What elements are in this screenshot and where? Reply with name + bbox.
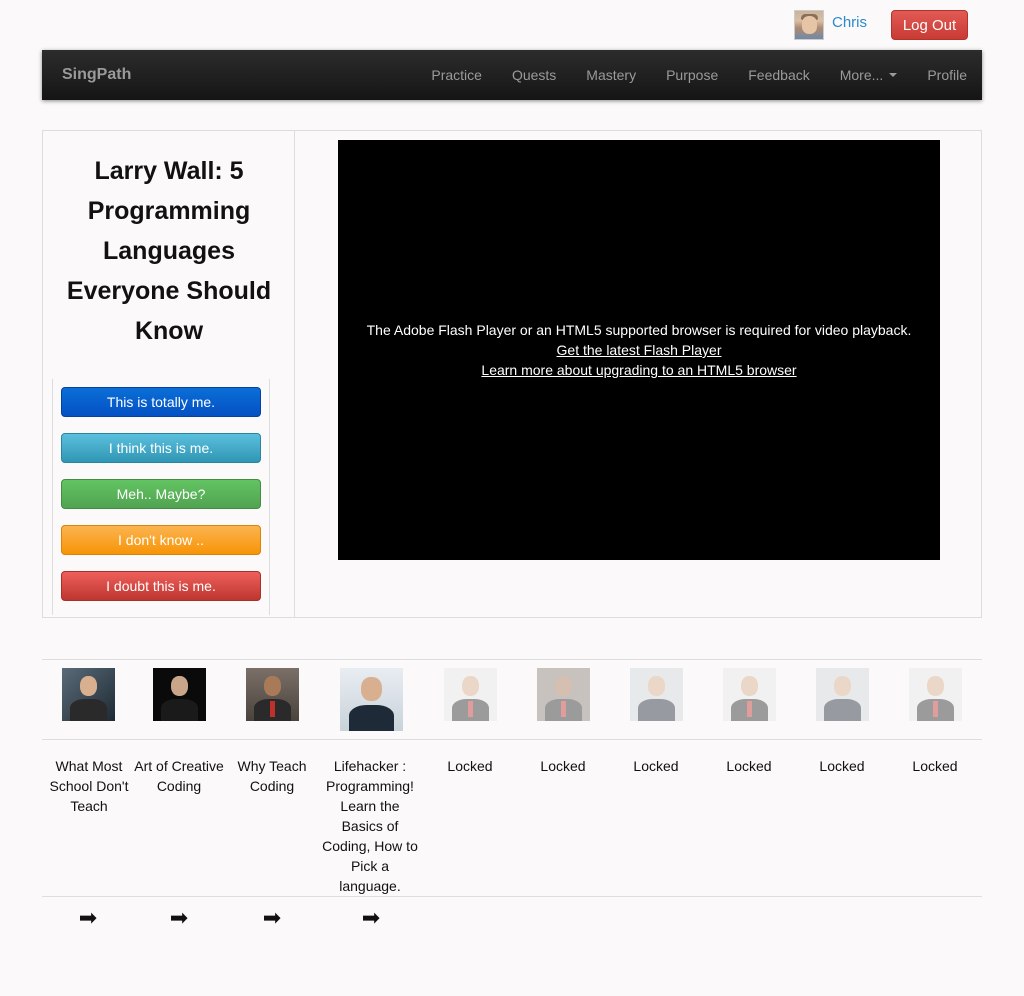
arrow-right-icon[interactable]: ➡ (164, 905, 194, 931)
arrow-right-icon[interactable]: ➡ (257, 905, 287, 931)
logout-button[interactable]: Log Out (891, 10, 968, 40)
arrow-row: ➡ ➡ ➡ ➡ (42, 897, 982, 937)
video-thumbnail[interactable] (340, 668, 403, 731)
video-thumbnail[interactable] (153, 668, 206, 721)
left-column: Larry Wall: 5 Programming Languages Ever… (43, 131, 295, 617)
video-thumbnail-locked (909, 668, 962, 721)
thumbnail-row (42, 659, 982, 740)
flash-player-link[interactable]: Get the latest Flash Player (557, 342, 722, 358)
video-thumbnail[interactable] (246, 668, 299, 721)
video-title: Locked (912, 758, 958, 774)
arrow-right-icon[interactable]: ➡ (356, 905, 386, 931)
nav-quests[interactable]: Quests (497, 50, 571, 100)
choice-think-me-button[interactable]: I think this is me. (61, 433, 261, 463)
choice-totally-me-button[interactable]: This is totally me. (61, 387, 261, 417)
page-title: Larry Wall: 5 Programming Languages Ever… (66, 157, 272, 345)
choice-list: This is totally me. I think this is me. … (52, 379, 270, 615)
nav-mastery[interactable]: Mastery (571, 50, 651, 100)
video-title: What Most School Don't Teach (49, 758, 129, 814)
video-title: Art of Creative Coding (134, 758, 224, 794)
main-panel: Larry Wall: 5 Programming Languages Ever… (42, 130, 982, 618)
video-title: Why Teach Coding (237, 758, 307, 794)
choice-maybe-button[interactable]: Meh.. Maybe? (61, 479, 261, 509)
nav-profile[interactable]: Profile (912, 50, 982, 100)
brand-link[interactable]: SingPath (62, 66, 131, 84)
caret-down-icon (889, 73, 898, 77)
video-title: Locked (540, 758, 586, 774)
nav-menu: Practice Quests Mastery Purpose Feedback… (416, 50, 982, 100)
video-thumbnail-locked (723, 668, 776, 721)
video-thumbnail-locked (537, 668, 590, 721)
choice-doubt-button[interactable]: I doubt this is me. (61, 571, 261, 601)
video-message: The Adobe Flash Player or an HTML5 suppo… (366, 322, 912, 338)
title-row: What Most School Don't Teach Art of Crea… (42, 740, 982, 897)
video-thumbnail-locked (816, 668, 869, 721)
nav-more-label: More... (839, 67, 884, 83)
arrow-right-icon[interactable]: ➡ (73, 905, 103, 931)
video-title: Lifehacker : Programming! Learn the Basi… (322, 758, 418, 894)
video-title: Locked (633, 758, 679, 774)
username-link[interactable]: Chris (832, 14, 867, 31)
video-thumbnail[interactable] (62, 668, 115, 721)
html5-browser-link[interactable]: Learn more about upgrading to an HTML5 b… (481, 362, 796, 378)
video-title: Locked (819, 758, 865, 774)
video-title: Locked (447, 758, 493, 774)
nav-feedback[interactable]: Feedback (733, 50, 824, 100)
video-thumbnail-locked (630, 668, 683, 721)
video-thumbnail-locked (444, 668, 497, 721)
user-avatar[interactable] (794, 10, 824, 40)
nav-practice[interactable]: Practice (416, 50, 497, 100)
choice-dont-know-button[interactable]: I don't know .. (61, 525, 261, 555)
video-player[interactable]: The Adobe Flash Player or an HTML5 suppo… (338, 140, 940, 560)
video-title: Locked (726, 758, 772, 774)
user-bar: Chris Log Out (0, 0, 1024, 50)
nav-purpose[interactable]: Purpose (651, 50, 733, 100)
nav-more-dropdown[interactable]: More... (825, 50, 913, 100)
navbar: SingPath Practice Quests Mastery Purpose… (42, 50, 982, 100)
